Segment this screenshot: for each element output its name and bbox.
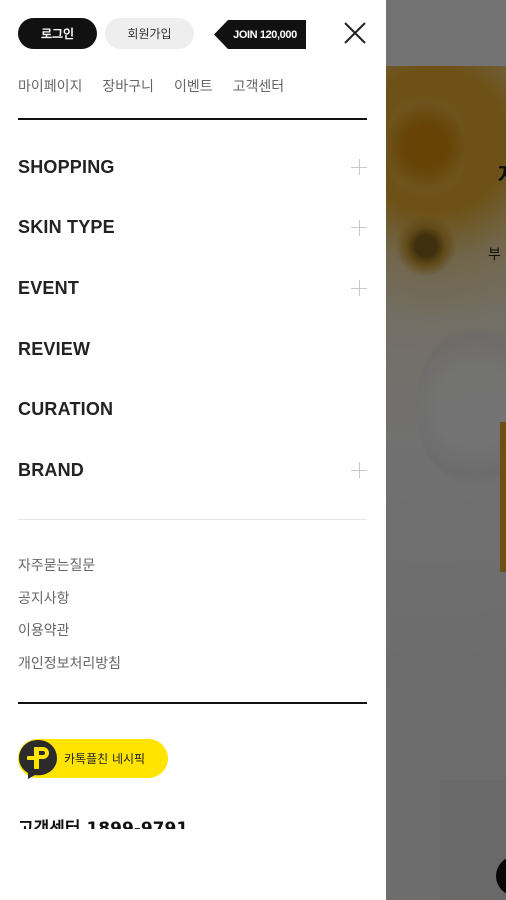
join-badge: JOIN 120,000 — [214, 20, 306, 49]
main-menu: SHOPPING SKIN TYPE EVENT REVIEW CURATION… — [18, 137, 367, 501]
menu-item-label: SKIN TYPE — [18, 217, 115, 238]
menu-item-label: EVENT — [18, 277, 80, 298]
menu-item-skin-type[interactable]: SKIN TYPE — [18, 198, 367, 259]
kakao-plus-friend-icon — [19, 740, 57, 779]
customer-center-box: 고객센터 1899-9791 — [18, 814, 367, 829]
menu-item-event[interactable]: EVENT — [18, 258, 367, 319]
close-icon[interactable] — [342, 20, 368, 46]
divider-bottom — [18, 702, 367, 704]
menu-item-label: REVIEW — [18, 338, 91, 359]
menu-item-brand[interactable]: BRAND — [18, 440, 367, 501]
quick-link-customer-center[interactable]: 고객센터 — [233, 76, 285, 96]
divider-middle — [18, 519, 367, 520]
support-links: 자주묻는질문 공지사항 이용약관 개인정보처리방침 — [18, 550, 121, 680]
quick-link-event[interactable]: 이벤트 — [174, 76, 213, 96]
plus-icon[interactable] — [351, 219, 367, 236]
link-faq[interactable]: 자주묻는질문 — [18, 550, 121, 583]
menu-item-curation[interactable]: CURATION — [18, 379, 367, 440]
menu-item-label: CURATION — [18, 399, 114, 420]
login-button[interactable]: 로그인 — [18, 18, 97, 49]
quick-links: 마이페이지 장바구니 이벤트 고객센터 — [18, 76, 284, 96]
join-badge-text: JOIN 120,000 — [233, 28, 297, 41]
menu-item-label: SHOPPING — [18, 156, 115, 177]
divider-top — [18, 118, 367, 120]
menu-item-label: BRAND — [18, 459, 84, 480]
customer-center-phone[interactable]: 고객센터 1899-9791 — [18, 814, 188, 829]
side-drawer: 로그인 회원가입 JOIN 120,000 마이페이지 장바구니 이벤트 고객센… — [0, 0, 386, 900]
link-terms[interactable]: 이용약관 — [18, 615, 121, 648]
signup-button[interactable]: 회원가입 — [105, 18, 194, 49]
menu-item-review[interactable]: REVIEW — [18, 319, 367, 380]
link-privacy-policy[interactable]: 개인정보처리방침 — [18, 648, 121, 681]
kakao-plus-friend-button[interactable]: 카톡플친 네시픽 — [18, 739, 168, 779]
link-notice[interactable]: 공지사항 — [18, 583, 121, 616]
quick-link-mypage[interactable]: 마이페이지 — [18, 76, 82, 96]
plus-icon[interactable] — [351, 159, 367, 176]
plus-icon[interactable] — [351, 280, 367, 297]
plus-icon[interactable] — [351, 462, 367, 479]
kakao-plus-friend-label: 카톡플친 네시픽 — [64, 752, 146, 766]
menu-item-shopping[interactable]: SHOPPING — [18, 137, 367, 198]
quick-link-cart[interactable]: 장바구니 — [102, 76, 154, 96]
